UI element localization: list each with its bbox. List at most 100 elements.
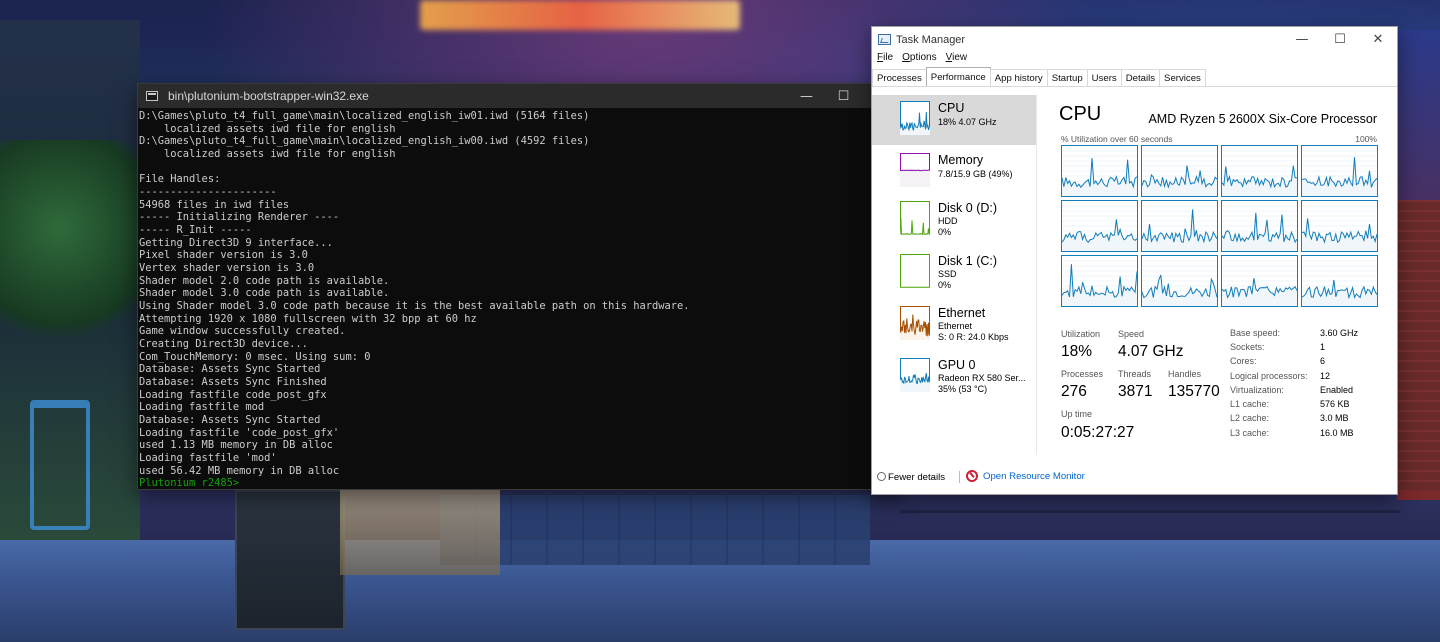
console-line: Database: Assets Sync Started xyxy=(139,363,321,376)
detail-label: Base speed: xyxy=(1230,328,1281,338)
console-title: bin\plutonium-bootstrapper-win32.exe xyxy=(168,89,369,103)
sidebar-item-detail: SSD xyxy=(938,269,957,279)
detail-label: Logical processors: xyxy=(1230,371,1308,381)
menu-options[interactable]: Options xyxy=(902,52,936,67)
cpu-core-sparkline xyxy=(1142,260,1217,306)
minimize-icon[interactable]: — xyxy=(1283,27,1321,52)
fewer-details-link[interactable]: Fewer details xyxy=(877,472,945,483)
thumbnail-frame xyxy=(900,254,930,288)
console-line: Creating Direct3D device... xyxy=(139,338,308,351)
graph-caption: % Utilization over 60 seconds xyxy=(1061,134,1173,144)
tab-services[interactable]: Services xyxy=(1159,69,1206,86)
task-manager-app-icon xyxy=(878,34,891,45)
console-line: 54968 files in iwd files xyxy=(139,198,290,211)
sidebar-item-label: Memory xyxy=(938,153,984,167)
cpu-core-graph xyxy=(1221,145,1298,197)
open-resource-monitor-link[interactable]: Open Resource Monitor xyxy=(966,470,1085,482)
ethernet-thumbnail-graph xyxy=(900,306,930,340)
wallpaper-window xyxy=(340,485,500,575)
console-window[interactable]: bin\plutonium-bootstrapper-win32.exe — ☐… xyxy=(137,83,900,490)
cpu-core-sparkline xyxy=(1222,150,1297,196)
console-line: localized assets iwd file for english xyxy=(139,122,396,135)
console-line: localized assets iwd file for english xyxy=(139,148,396,161)
performance-view: CPU 18% 4.07 GHz Memory 7.8/15.9 GB (49%… xyxy=(872,95,1397,455)
console-line: Attempting 1920 x 1080 fullscreen with 3… xyxy=(139,312,477,325)
console-line: Com_TouchMemory: 0 msec. Using sum: 0 xyxy=(139,350,371,363)
cpu-core-sparkline xyxy=(1302,205,1377,251)
wallpaper-railing xyxy=(900,510,1400,550)
neon-sign xyxy=(420,0,740,30)
console-line: Loading fastfile code_post_gfx xyxy=(139,388,327,401)
open-resource-monitor-label: Open Resource Monitor xyxy=(983,470,1085,482)
console-line: Database: Assets Sync Finished xyxy=(139,376,327,389)
console-prompt[interactable]: Plutonium r2485> xyxy=(139,477,899,490)
cpu-core-graph xyxy=(1221,255,1298,307)
sidebar-item-disk-1[interactable]: Disk 1 (C:) SSD 0% xyxy=(872,248,1036,298)
tab-processes[interactable]: Processes xyxy=(872,69,927,86)
cpu-thumbnail-graph xyxy=(900,101,930,135)
gpu-thumbnail-graph xyxy=(900,358,930,392)
sidebar-item-detail: 18% 4.07 GHz xyxy=(938,117,997,127)
cpu-core-graph xyxy=(1141,255,1218,307)
graph-area xyxy=(1302,218,1377,251)
handles-value: 135770 xyxy=(1168,383,1220,400)
console-line: ----- Initializing Renderer ---- xyxy=(139,211,340,224)
cpu-core-graph xyxy=(1061,255,1138,307)
cpu-core-graph xyxy=(1301,145,1378,197)
task-manager-titlebar[interactable]: Task Manager — ☐ ✕ xyxy=(872,27,1397,52)
minimize-icon[interactable]: — xyxy=(788,84,825,108)
handles-label: Handles xyxy=(1168,369,1202,379)
console-line: File Handles: xyxy=(139,173,221,186)
menu-file[interactable]: File xyxy=(877,52,893,67)
sidebar-item-detail: HDD xyxy=(938,216,958,226)
menu-view[interactable]: View xyxy=(946,52,968,67)
graph-area xyxy=(1222,212,1297,251)
maximize-icon[interactable]: ☐ xyxy=(825,84,862,108)
speed-label: Speed xyxy=(1118,329,1145,339)
wallpaper-brick-wall xyxy=(1397,200,1440,490)
console-line: D:\Games\pluto_t4_full_game\main\localiz… xyxy=(139,110,590,122)
resource-monitor-icon xyxy=(966,470,978,482)
console-output[interactable]: D:\Games\pluto_t4_full_game\main\localiz… xyxy=(138,108,899,490)
sidebar-item-gpu-0[interactable]: GPU 0 Radeon RX 580 Ser... 35% (53 °C) xyxy=(872,352,1036,402)
tab-startup[interactable]: Startup xyxy=(1046,69,1088,86)
task-manager-window-controls: — ☐ ✕ xyxy=(1283,27,1397,52)
cpu-core-sparkline xyxy=(1062,150,1137,196)
disk-1-thumbnail-graph xyxy=(900,254,930,288)
tab-details[interactable]: Details xyxy=(1120,69,1161,86)
tab-performance[interactable]: Performance xyxy=(925,67,991,86)
tab-bar: Processes Performance App history Startu… xyxy=(872,67,1397,87)
console-line: ----- R_Init ----- xyxy=(139,224,252,237)
console-line: Pixel shader version is 3.0 xyxy=(139,249,308,262)
sidebar-item-detail-2: 35% (53 °C) xyxy=(938,384,988,394)
sidebar-item-cpu[interactable]: CPU 18% 4.07 GHz xyxy=(872,95,1036,145)
cpu-core-graph xyxy=(1061,145,1138,197)
sidebar-item-disk-0[interactable]: Disk 0 (D:) HDD 0% xyxy=(872,195,1036,245)
cpu-core-sparkline xyxy=(1062,205,1137,251)
tab-app-history[interactable]: App history xyxy=(989,69,1048,86)
maximize-icon[interactable]: ☐ xyxy=(1321,27,1359,52)
sidebar-item-memory[interactable]: Memory 7.8/15.9 GB (49%) xyxy=(872,147,1036,197)
graph-area xyxy=(900,170,930,187)
close-icon[interactable]: ✕ xyxy=(1359,27,1397,52)
wallpaper-menu-board xyxy=(235,490,345,630)
cpu-core-graphs[interactable] xyxy=(1061,145,1379,307)
task-manager-window[interactable]: Task Manager — ☐ ✕ File Options View Pro… xyxy=(871,26,1398,495)
detail-value: 6 xyxy=(1320,356,1326,366)
wallpaper-plants xyxy=(0,140,150,360)
detail-value: 576 KB xyxy=(1320,399,1350,409)
console-line: Shader model 2.0 code path is available. xyxy=(139,274,390,287)
console-line: ---------------------- xyxy=(139,186,277,199)
cpu-core-graph xyxy=(1221,200,1298,252)
sidebar-item-detail-2: 0% xyxy=(938,280,952,290)
detail-value: 12 xyxy=(1320,371,1331,381)
console-line: Database: Assets Sync Started xyxy=(139,414,321,427)
graph-area xyxy=(1062,158,1137,196)
sidebar-item-ethernet[interactable]: Ethernet Ethernet S: 0 R: 24.0 Kbps xyxy=(872,300,1036,350)
sidebar-item-label: Ethernet xyxy=(938,306,986,320)
cpu-core-sparkline xyxy=(1302,260,1377,306)
cpu-core-sparkline xyxy=(1302,150,1377,196)
tab-users[interactable]: Users xyxy=(1086,69,1122,86)
console-line: Shader model 3.0 code path is available. xyxy=(139,287,390,300)
console-titlebar[interactable]: bin\plutonium-bootstrapper-win32.exe — ☐… xyxy=(138,84,899,108)
